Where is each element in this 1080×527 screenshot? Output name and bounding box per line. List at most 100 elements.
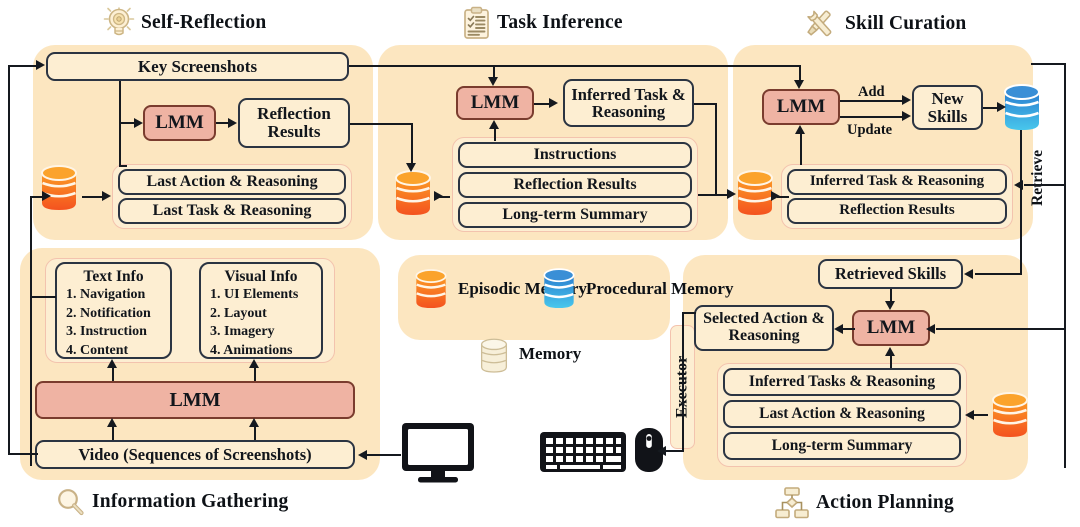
arrow-head: [487, 77, 498, 86]
header-label: Self-Reflection: [141, 12, 267, 33]
arrow-head: [884, 347, 895, 356]
arrow-head: [902, 94, 911, 105]
edge-monitor-to-video: [367, 454, 401, 457]
edge-keyscr-to-group: [119, 165, 127, 168]
box-reflection-results-ti[interactable]: Reflection Results: [458, 172, 692, 198]
header-self-reflection: Self-Reflection: [103, 7, 267, 39]
edge-selected-down-executor: [682, 312, 685, 452]
text-info-item: 4. Content: [66, 343, 129, 359]
arrow-head: [106, 359, 117, 368]
arrow-head: [884, 301, 895, 310]
box-instructions-ti[interactable]: Instructions: [458, 142, 692, 168]
edge-keyscr-to-ti: [349, 65, 495, 68]
header-information-gathering: Information Gathering: [55, 487, 289, 517]
arrow-head: [488, 120, 499, 129]
box-retrieved-skills[interactable]: Retrieved Skills: [818, 259, 963, 289]
box-lmm-task-inference[interactable]: LMM: [456, 86, 534, 120]
edge-bus-to-key-screenshots: [8, 65, 38, 68]
edge-executor-to-device: [666, 450, 684, 453]
header-task-inference: Task Inference: [463, 6, 623, 39]
edge-right-bus-retrieve: [1024, 184, 1066, 187]
label-update: Update: [847, 122, 893, 138]
box-inferred-tasks-reasoning-ap[interactable]: Inferred Tasks & Reasoning: [723, 368, 961, 396]
box-reflection-results-sc[interactable]: Reflection Results: [787, 198, 1007, 224]
edge-add: [840, 100, 905, 103]
edge-bus2-vertical: [30, 196, 33, 466]
edge-reflection-out-sr: [350, 123, 413, 126]
box-new-skills[interactable]: New Skills: [912, 85, 983, 130]
magnifier-icon: [55, 487, 85, 517]
arrow-head: [794, 125, 805, 134]
text-info-item: 3. Instruction: [66, 324, 147, 340]
procedural-memory-icon-skill-curation: [1000, 82, 1044, 134]
edge-update: [840, 116, 905, 119]
edge-left-bus-to-video: [8, 453, 38, 456]
box-lmm-action-planning[interactable]: LMM: [852, 310, 930, 346]
box-visual-info[interactable]: Visual Info 1. UI Elements 2. Layout 3. …: [199, 262, 323, 359]
arrow-head: [834, 323, 843, 334]
edge-right-bus-top: [1031, 63, 1066, 66]
box-inferred-task-reasoning-sc[interactable]: Inferred Task & Reasoning: [787, 169, 1007, 195]
arrow-head: [36, 59, 45, 70]
edge-group-up-ap: [890, 355, 893, 368]
visual-info-item: 3. Imagery: [210, 324, 275, 340]
box-text-info[interactable]: Text Info 1. Navigation 2. Notification …: [55, 262, 172, 359]
edge-db-to-group-ap: [974, 414, 988, 417]
orange-database-icon: [412, 266, 450, 312]
box-selected-action-reasoning[interactable]: Selected Action & Reasoning: [694, 305, 834, 351]
arrow-head: [248, 418, 259, 427]
box-last-action-reasoning-sr[interactable]: Last Action & Reasoning: [118, 169, 346, 195]
edge-video-up-2: [254, 426, 257, 440]
arrow-head: [102, 190, 111, 201]
edge-lmm-up-visual: [254, 367, 257, 381]
header-label: Information Gathering: [92, 491, 289, 512]
header-skill-curation: Skill Curation: [800, 7, 966, 40]
edge-reflection-down-ti: [411, 123, 414, 166]
edge-lmm-to-selected: [843, 328, 855, 331]
legend-procedural-label: Procedural Memory: [586, 279, 734, 299]
edge-keyscr-down: [119, 81, 122, 123]
edge-lmm-to-inferred-ti: [534, 103, 550, 106]
legend-memory-label: Memory: [519, 344, 582, 363]
arrow-head: [358, 449, 367, 460]
edge-groupti-to-dbsc: [698, 194, 716, 197]
box-video-sequences[interactable]: Video (Sequences of Screenshots): [35, 440, 355, 469]
box-inferred-task-reasoning-ti[interactable]: Inferred Task & Reasoning: [563, 79, 694, 127]
box-long-term-summary-ap[interactable]: Long-term Summary: [723, 432, 961, 460]
box-lmm-information-gathering[interactable]: LMM: [35, 381, 355, 419]
arrow-head: [1014, 179, 1023, 190]
box-last-task-reasoning-sr[interactable]: Last Task & Reasoning: [118, 198, 346, 224]
keyboard-icon: [540, 432, 626, 472]
arrow-head: [902, 110, 911, 121]
box-last-action-reasoning-ap[interactable]: Last Action & Reasoning: [723, 400, 961, 428]
edge-group-up-sc: [800, 133, 803, 165]
edge-right-bus-to-lmm-ap: [936, 328, 1066, 331]
arrow-head: [997, 101, 1006, 112]
arrow-head: [771, 190, 780, 201]
label-add: Add: [858, 84, 885, 100]
arrow-head: [42, 190, 51, 201]
arrow-head: [964, 268, 973, 279]
box-lmm-skill-curation[interactable]: LMM: [762, 89, 840, 125]
arrow-head: [549, 97, 558, 108]
box-lmm-self-reflection[interactable]: LMM: [143, 105, 216, 141]
edge-procdb-down: [1020, 130, 1023, 275]
box-long-term-summary-ti[interactable]: Long-term Summary: [458, 202, 692, 228]
diagram-canvas: Self-Reflection Task Inference Skill Cur…: [0, 0, 1080, 527]
header-label: Task Inference: [497, 12, 623, 33]
visual-info-item: 2. Layout: [210, 305, 267, 321]
box-key-screenshots[interactable]: Key Screenshots: [46, 52, 349, 81]
edge-db-to-group-sr: [82, 196, 104, 199]
header-label: Skill Curation: [845, 12, 967, 34]
arrow-head: [793, 80, 804, 89]
edge-right-bus-vertical: [1064, 63, 1067, 468]
box-reflection-results-sr[interactable]: Reflection Results: [238, 98, 350, 148]
edge-textinfo-to-bus2: [30, 296, 56, 299]
visual-info-item: 1. UI Elements: [210, 286, 299, 302]
clipboard-checklist-icon: [463, 6, 490, 39]
text-info-title: Text Info: [83, 268, 144, 285]
edge-inferred-down-sc: [715, 103, 718, 196]
label-retrieve: Retrieve: [1029, 150, 1046, 206]
edge-procdb-to-retrieved: [975, 273, 1022, 276]
text-info-item: 2. Notification: [66, 305, 151, 321]
